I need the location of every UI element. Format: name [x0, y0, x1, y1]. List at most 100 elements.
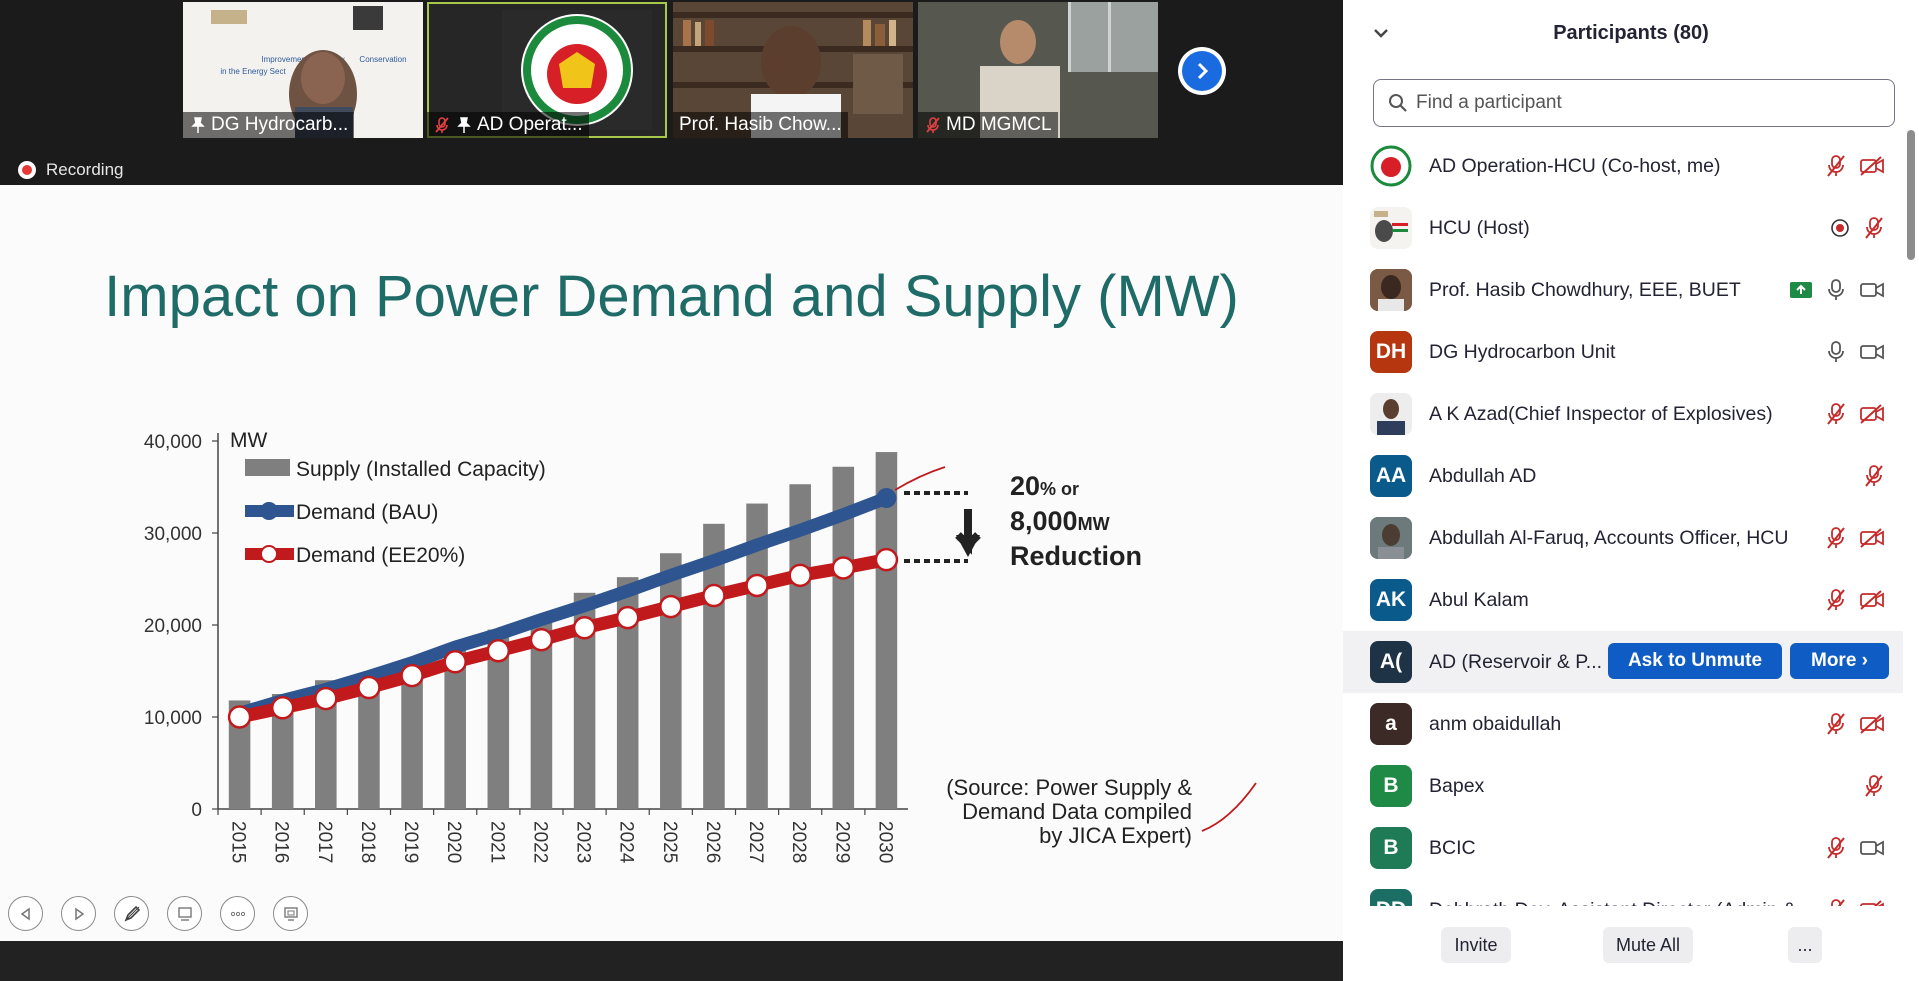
tile-name-text: DG Hydrocarb... — [211, 114, 349, 135]
video-off-icon[interactable] — [1859, 589, 1885, 611]
mic-muted-icon — [435, 117, 449, 133]
mic-muted-icon[interactable] — [1825, 712, 1847, 736]
tile-name-text: Prof. Hasib Chow... — [679, 114, 842, 135]
next-page-button[interactable] — [1178, 47, 1226, 95]
mic-muted-icon[interactable] — [1863, 464, 1885, 488]
participant-row[interactable]: A(AD (Reservoir & P... Ask to Unmute More … — [1343, 631, 1903, 693]
x-tick-label: 2027 — [745, 821, 766, 863]
zoom-window: Improvement of Energy Conservation in th… — [0, 0, 1919, 981]
video-off-icon[interactable] — [1859, 527, 1885, 549]
triangle-right-icon — [74, 907, 84, 920]
mic-muted-icon[interactable] — [1863, 216, 1885, 240]
y-tick-label: 10,000 — [144, 708, 202, 729]
participant-row[interactable]: B Bapex — [1343, 755, 1903, 817]
participant-row[interactable]: a anm obaidullah — [1343, 693, 1903, 755]
video-off-icon[interactable] — [1859, 713, 1885, 735]
mic-icon[interactable] — [1825, 340, 1847, 364]
demand-ee20-point — [314, 686, 338, 711]
participant-status-icons — [1863, 464, 1885, 488]
participant-status-icons — [1825, 526, 1885, 550]
x-tick-label: 2029 — [831, 821, 852, 863]
avatar: DH — [1370, 331, 1412, 373]
avatar: AA — [1370, 455, 1412, 497]
reduction-line2: 8,000MW — [1010, 506, 1110, 536]
participant-row[interactable]: B BCIC — [1343, 817, 1903, 879]
participant-search[interactable] — [1373, 79, 1895, 127]
participant-row[interactable]: DH DG Hydrocarbon Unit — [1343, 321, 1903, 383]
invite-button[interactable]: Invite — [1441, 927, 1511, 963]
participant-row[interactable]: HCU (Host) — [1343, 197, 1903, 259]
video-tile-md-mgmcl[interactable]: MD MGMCL — [918, 2, 1158, 138]
more-actions-button[interactable]: ... — [1788, 927, 1822, 963]
more-options-button[interactable] — [220, 896, 255, 931]
chevron-down-icon[interactable] — [1370, 22, 1392, 44]
participant-row[interactable]: Abdullah Al-Faruq, Accounts Officer, HCU — [1343, 507, 1903, 569]
participant-row[interactable]: AD Operation-HCU (Co-host, me) — [1343, 135, 1903, 197]
screen-share-icon — [1790, 282, 1812, 298]
mic-muted-icon[interactable] — [1825, 898, 1847, 906]
avatar — [1370, 207, 1412, 249]
emblem-avatar-icon — [1370, 145, 1412, 187]
record-icon — [1831, 219, 1849, 237]
y-tick-label: 40,000 — [144, 432, 202, 453]
video-off-icon[interactable] — [1859, 155, 1885, 177]
video-off-icon[interactable] — [1859, 899, 1885, 906]
pen-tool-button[interactable] — [114, 896, 149, 931]
demand-ee20-point — [486, 639, 511, 663]
participant-row[interactable]: AA Abdullah AD — [1343, 445, 1903, 507]
participant-row[interactable]: A K Azad(Chief Inspector of Explosives) — [1343, 383, 1903, 445]
x-tick-label: 2017 — [314, 821, 335, 863]
x-tick-label: 2028 — [788, 821, 809, 863]
avatar — [1370, 145, 1412, 187]
participant-status-icons — [1825, 836, 1885, 860]
demand-ee20-point — [874, 547, 899, 572]
mic-muted-icon[interactable] — [1825, 154, 1847, 178]
mic-muted-icon[interactable] — [1825, 526, 1847, 550]
next-slide-button[interactable] — [61, 896, 96, 931]
video-off-icon[interactable] — [1859, 403, 1885, 425]
annotation-pen-stroke-2 — [1201, 782, 1257, 832]
video-icon[interactable] — [1859, 837, 1885, 859]
poster-avatar-icon — [1370, 207, 1412, 249]
demand-ee20-point — [745, 573, 769, 598]
demand-ee20-point — [702, 583, 726, 608]
ask-to-unmute-button[interactable]: Ask to Unmute — [1608, 643, 1782, 679]
scrollbar-thumb[interactable] — [1907, 130, 1915, 260]
participant-status-icons — [1825, 402, 1885, 426]
participant-row[interactable]: AK Abul Kalam — [1343, 569, 1903, 631]
x-tick-label: 2030 — [874, 821, 895, 863]
search-input[interactable] — [1416, 92, 1876, 114]
participant-list-scrollbar[interactable] — [1905, 128, 1917, 906]
video-icon[interactable] — [1859, 279, 1885, 301]
mic-muted-icon[interactable] — [1825, 588, 1847, 612]
video-tile-ad-operation[interactable]: AD Operat... — [427, 2, 667, 138]
video-icon[interactable] — [1859, 341, 1885, 363]
avatar: B — [1370, 765, 1412, 807]
mic-muted-icon[interactable] — [1825, 836, 1847, 860]
demand-ee20-point — [227, 705, 252, 729]
demand-ee20-point — [357, 675, 381, 700]
search-icon — [1389, 94, 1407, 112]
demand-ee20-point — [400, 663, 424, 688]
video-tile-dg-hydrocarbon[interactable]: Improvement of Energy Conservation in th… — [183, 2, 423, 138]
chart-legend: Supply (Installed Capacity) Demand (BAU) D… — [245, 458, 546, 567]
mute-all-button[interactable]: Mute All — [1603, 927, 1693, 963]
video-tile-prof-hasib[interactable]: Prof. Hasib Chow... — [673, 2, 913, 138]
mic-icon[interactable] — [1825, 278, 1847, 302]
participant-more-button[interactable]: More › — [1790, 643, 1889, 679]
recording-indicator[interactable]: Recording — [18, 160, 124, 180]
participant-name: Abdullah Al-Faruq, Accounts Officer, HCU — [1429, 526, 1789, 549]
presenter-view-button[interactable] — [273, 896, 308, 931]
participant-status-icons — [1825, 712, 1885, 736]
participant-name: Prof. Hasib Chowdhury, EEE, BUET — [1429, 278, 1741, 301]
previous-slide-button[interactable] — [8, 896, 43, 931]
participant-row[interactable]: Prof. Hasib Chowdhury, EEE, BUET — [1343, 259, 1903, 321]
chart-x-ticks: 2015 2016 2017 2018 2019 2020 2021 2022 2023 2024… — [217, 809, 895, 864]
mic-muted-icon[interactable] — [1825, 402, 1847, 426]
slides-view-button[interactable] — [167, 896, 202, 931]
mic-muted-icon[interactable] — [1863, 774, 1885, 798]
y-tick-label: 30,000 — [144, 524, 202, 545]
participant-row[interactable]: DD Debbrath Dey, Assistant Director (Admi… — [1343, 879, 1903, 906]
demand-ee20-point — [529, 627, 554, 652]
demand-ee20-point — [615, 605, 640, 630]
